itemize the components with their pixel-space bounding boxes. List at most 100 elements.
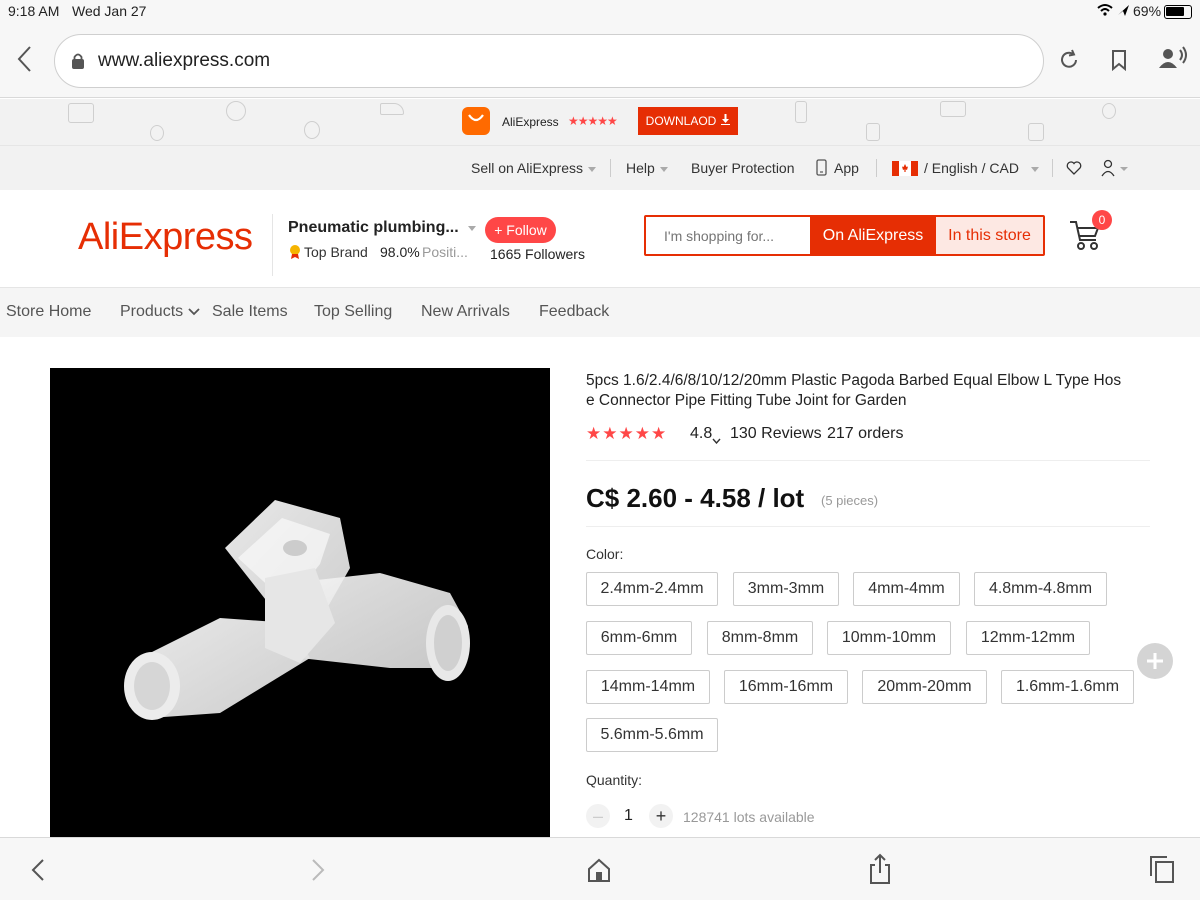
product-detail: 5pcs 1.6/2.4/6/8/10/12/20mm Plastic Pago… (0, 337, 1200, 837)
back-icon[interactable] (14, 44, 36, 79)
reviews-link[interactable]: 130 Reviews (730, 425, 822, 443)
lock-icon (71, 52, 85, 75)
status-time: 9:18 AM (8, 3, 60, 19)
chevron-down-icon (187, 303, 200, 320)
buyer-protection-link[interactable]: Buyer Protection (691, 160, 795, 176)
add-icon[interactable] (1137, 643, 1173, 679)
status-bar: 9:18 AM Wed Jan 27 69% (0, 0, 1200, 24)
reader-speak-icon[interactable] (1158, 46, 1188, 77)
cart-count-badge: 0 (1092, 210, 1112, 230)
rating-stars: ★★★★★ (586, 424, 667, 444)
search-input[interactable] (646, 217, 810, 254)
store-nav-feedback[interactable]: Feedback (539, 303, 609, 321)
rating-value[interactable]: 4.8 (690, 425, 712, 443)
account-icon[interactable] (1101, 159, 1131, 180)
download-icon (721, 114, 731, 128)
search-in-store-button[interactable]: In this store (936, 217, 1043, 254)
help-link-label: Help (626, 160, 655, 176)
color-option[interactable]: 6mm-6mm (586, 621, 692, 655)
color-option[interactable]: 8mm-8mm (707, 621, 813, 655)
decor-icon (226, 101, 246, 121)
home-icon[interactable] (586, 857, 612, 888)
search-box: On AliExpress In this store (644, 215, 1045, 256)
decor-icon (1028, 123, 1044, 141)
store-nav-new-arrivals[interactable]: New Arrivals (421, 303, 510, 321)
app-link[interactable]: App (834, 160, 859, 176)
follow-button[interactable]: + Follow (485, 217, 556, 243)
color-option[interactable]: 2.4mm-2.4mm (586, 572, 718, 606)
search-on-aliexpress-button[interactable]: On AliExpress (810, 217, 936, 254)
language-currency-label: / English / CAD (924, 160, 1019, 176)
color-option[interactable]: 4.8mm-4.8mm (974, 572, 1107, 606)
decor-icon (940, 101, 966, 117)
divider (272, 214, 273, 276)
store-nav-top-selling[interactable]: Top Selling (314, 303, 392, 321)
browser-toolbar: www.aliexpress.com (0, 24, 1200, 98)
help-link[interactable]: Help (626, 160, 668, 176)
forward-icon[interactable] (308, 857, 328, 888)
quantity-decrement-button[interactable]: – (586, 804, 610, 828)
color-label: Color: (586, 546, 624, 562)
store-name[interactable]: Pneumatic plumbing... (288, 219, 459, 237)
lots-available: 128741 lots available (683, 809, 815, 825)
color-option[interactable]: 16mm-16mm (724, 670, 848, 704)
color-option[interactable]: 14mm-14mm (586, 670, 710, 704)
quantity-value[interactable]: 1 (624, 807, 633, 825)
address-bar[interactable]: www.aliexpress.com (54, 34, 1126, 88)
top-brand-icon (289, 244, 301, 265)
url-text: www.aliexpress.com (98, 50, 271, 71)
followers-count: 1665 Followers (490, 246, 585, 262)
wishlist-heart-icon[interactable] (1066, 161, 1082, 178)
top-brand-label: Top Brand (304, 244, 368, 260)
decor-icon (795, 101, 807, 123)
aliexpress-logo[interactable]: AliExpress (78, 216, 253, 259)
bookmark-icon[interactable] (1111, 49, 1127, 76)
chevron-down-icon[interactable] (468, 226, 476, 231)
reload-icon[interactable] (1058, 49, 1080, 76)
color-option[interactable]: 1.6mm-1.6mm (1001, 670, 1134, 704)
product-price: C$ 2.60 - 4.58 / lot (586, 483, 805, 513)
color-option[interactable]: 10mm-10mm (827, 621, 951, 655)
chevron-down-icon[interactable] (712, 431, 721, 449)
download-button[interactable]: DOWNLAOD (638, 107, 738, 135)
product-title-line-2: e Connector Pipe Fitting Tube Joint for … (586, 392, 907, 409)
decor-icon (150, 125, 164, 141)
product-image[interactable] (50, 368, 550, 837)
quantity-increment-button[interactable]: + (649, 804, 673, 828)
battery-icon (1164, 5, 1192, 19)
orders-count: 217 orders (827, 425, 904, 442)
positive-feedback-label: Positi... (422, 244, 468, 260)
decor-icon (866, 123, 880, 141)
decor-icon (68, 103, 94, 123)
share-icon[interactable] (867, 853, 893, 890)
status-date: Wed Jan 27 (72, 3, 147, 19)
color-option[interactable]: 3mm-3mm (733, 572, 839, 606)
language-currency-selector[interactable]: / English / CAD (924, 160, 1039, 176)
color-option[interactable]: 5.6mm-5.6mm (586, 718, 718, 752)
chevron-down-icon (588, 166, 597, 172)
price-pieces: (5 pieces) (821, 493, 879, 508)
sell-on-aliexpress-link[interactable]: Sell on AliExpress (471, 160, 597, 176)
tabs-icon[interactable] (1148, 854, 1176, 889)
store-nav-store-home[interactable]: Store Home (6, 303, 91, 321)
color-option[interactable]: 20mm-20mm (862, 670, 987, 704)
color-option[interactable]: 12mm-12mm (966, 621, 1090, 655)
star-icon: ★ (651, 424, 668, 443)
star-icon: ★ (602, 424, 619, 443)
chevron-down-icon (659, 166, 668, 172)
divider (1052, 159, 1053, 177)
store-nav: Store Home Products Sale Items Top Selli… (0, 287, 1200, 337)
store-nav-products[interactable]: Products (120, 303, 200, 321)
divider (586, 526, 1150, 527)
battery-percent: 69% (1133, 3, 1162, 19)
promo-app-name: AliExpress (502, 115, 559, 129)
store-nav-sale-items[interactable]: Sale Items (212, 303, 288, 321)
back-icon[interactable] (28, 857, 48, 888)
promo-stars: ★★★★★ (568, 114, 618, 128)
color-option[interactable]: 4mm-4mm (853, 572, 960, 606)
app-promo-bar: AliExpress ★★★★★ DOWNLAOD (0, 99, 1200, 145)
download-button-label: DOWNLAOD (645, 114, 717, 128)
chevron-down-icon (1030, 166, 1039, 172)
product-title-line-1: 5pcs 1.6/2.4/6/8/10/12/20mm Plastic Pago… (586, 372, 1122, 389)
aliexpress-app-icon[interactable] (462, 107, 490, 135)
